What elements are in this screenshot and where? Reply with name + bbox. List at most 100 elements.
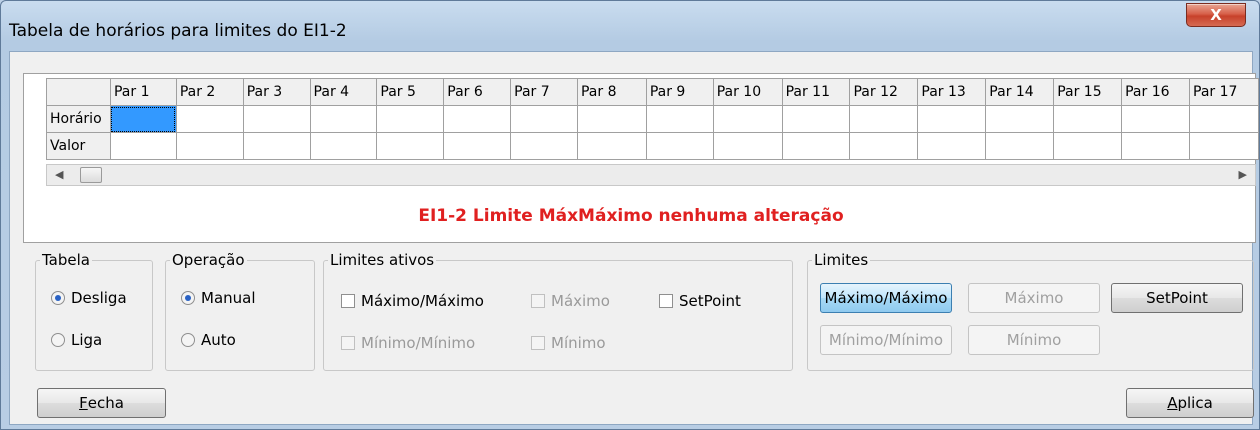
column-header: Par 16: [1121, 78, 1191, 106]
grid-cell[interactable]: [1121, 105, 1191, 133]
column-header: Par 3: [242, 78, 311, 106]
maxmax-button[interactable]: Máximo/Máximo: [820, 283, 952, 313]
grid-cell[interactable]: [175, 105, 244, 133]
radio-auto[interactable]: Auto: [181, 331, 236, 349]
grid-cell[interactable]: [309, 105, 378, 133]
schedule-grid[interactable]: Par 1 Par 2 Par 3 Par 4 Par 5 Par 6 Par …: [46, 78, 1259, 160]
tabela-legend: Tabela: [42, 251, 90, 269]
column-header: Par 10: [712, 78, 783, 106]
grid-cell[interactable]: [242, 132, 311, 160]
check-max[interactable]: Máximo: [531, 292, 610, 310]
grid-cell[interactable]: [309, 132, 378, 160]
grid-cell[interactable]: [712, 132, 783, 160]
max-button[interactable]: Máximo: [968, 283, 1100, 313]
grid-cell[interactable]: [242, 105, 311, 133]
column-header: Par 12: [849, 78, 919, 106]
grid-row-valor: Valor: [46, 132, 1259, 160]
radio-unselected-icon: [181, 333, 195, 347]
grid-cell[interactable]: [645, 105, 714, 133]
radio-manual[interactable]: Manual: [181, 289, 256, 307]
aplica-label: plica: [1177, 394, 1213, 412]
checkbox-icon: [341, 294, 355, 308]
column-header: Par 6: [443, 78, 512, 106]
grid-cell[interactable]: [712, 105, 783, 133]
tabela-group: Tabela: [35, 251, 153, 371]
grid-cell[interactable]: [985, 132, 1055, 160]
grid-cell[interactable]: [443, 132, 512, 160]
minmin-button[interactable]: Mínimo/Mínimo: [820, 325, 952, 355]
grid-cell-selected[interactable]: [109, 105, 177, 133]
grid-cell[interactable]: [849, 105, 919, 133]
fecha-mnemonic: F: [79, 394, 88, 412]
grid-cell[interactable]: [175, 132, 244, 160]
grid-cell[interactable]: [510, 132, 578, 160]
grid-cell[interactable]: [576, 105, 647, 133]
grid-cell[interactable]: [109, 132, 177, 160]
grid-cell[interactable]: [849, 132, 919, 160]
scroll-left-icon[interactable]: ◀: [55, 168, 63, 181]
column-header: Par 11: [781, 78, 851, 106]
radio-unselected-icon: [51, 333, 65, 347]
scroll-thumb[interactable]: [80, 167, 102, 183]
aplica-button[interactable]: Aplica: [1126, 388, 1254, 418]
radio-label: Desliga: [71, 289, 127, 307]
check-label: Máximo: [551, 292, 610, 310]
checkbox-icon: [531, 294, 545, 308]
setpoint-button[interactable]: SetPoint: [1111, 283, 1243, 313]
grid-cell[interactable]: [645, 132, 714, 160]
check-label: SetPoint: [679, 292, 741, 310]
status-message: EI1-2 Limite MáxMáximo nenhuma alteração: [418, 206, 844, 226]
title-bar[interactable]: Tabela de horários para limites do EI1-2…: [1, 1, 1259, 47]
dialog-window: Tabela de horários para limites do EI1-2…: [0, 0, 1260, 430]
radio-desliga[interactable]: Desliga: [51, 289, 127, 307]
grid-cell[interactable]: [510, 105, 578, 133]
limites-ativos-legend: Limites ativos: [330, 251, 435, 269]
horizontal-scrollbar[interactable]: ◀ ▶: [46, 164, 1256, 186]
grid-cell[interactable]: [985, 105, 1055, 133]
fecha-label: echa: [87, 394, 124, 412]
grid-cell[interactable]: [1053, 132, 1123, 160]
row-header: Horário: [46, 105, 111, 133]
grid-cell[interactable]: [376, 132, 445, 160]
grid-cell[interactable]: [376, 105, 445, 133]
grid-cell[interactable]: [1189, 105, 1259, 133]
grid-cell[interactable]: [576, 132, 647, 160]
grid-cell[interactable]: [781, 105, 851, 133]
aplica-mnemonic: A: [1167, 394, 1178, 412]
column-header: Par 5: [376, 78, 445, 106]
grid-row-horario: Horário: [46, 105, 1259, 133]
grid-cell[interactable]: [781, 132, 851, 160]
limites-ativos-group: Limites ativos: [323, 251, 793, 371]
radio-liga[interactable]: Liga: [51, 331, 102, 349]
column-header: Par 2: [175, 78, 244, 106]
checkbox-icon: [659, 294, 673, 308]
column-header: Par 15: [1053, 78, 1123, 106]
grid-cell[interactable]: [917, 105, 987, 133]
grid-cell[interactable]: [1053, 105, 1123, 133]
check-min[interactable]: Mínimo: [531, 334, 606, 352]
column-header: Par 7: [510, 78, 578, 106]
column-header: Par 8: [576, 78, 647, 106]
check-maxmax[interactable]: Máximo/Máximo: [341, 292, 484, 310]
scroll-right-icon[interactable]: ▶: [1239, 168, 1247, 181]
min-button[interactable]: Mínimo: [968, 325, 1100, 355]
radio-label: Manual: [201, 289, 256, 307]
check-setpoint[interactable]: SetPoint: [659, 292, 741, 310]
checkbox-icon: [531, 336, 545, 350]
radio-label: Liga: [71, 331, 103, 349]
grid-cell[interactable]: [443, 105, 512, 133]
check-label: Mínimo/Mínimo: [361, 334, 476, 352]
close-button[interactable]: X: [1186, 3, 1246, 27]
column-header: Par 4: [309, 78, 378, 106]
checkbox-icon: [341, 336, 355, 350]
column-header: Par 13: [917, 78, 987, 106]
column-header: Par 14: [985, 78, 1055, 106]
close-icon: X: [1210, 6, 1222, 24]
grid-cell[interactable]: [917, 132, 987, 160]
operacao-legend: Operação: [172, 251, 245, 269]
fecha-button[interactable]: Fecha: [37, 388, 166, 418]
check-minmin[interactable]: Mínimo/Mínimo: [341, 334, 475, 352]
check-label: Mínimo: [551, 334, 606, 352]
grid-cell[interactable]: [1121, 132, 1191, 160]
grid-cell[interactable]: [1189, 132, 1259, 160]
